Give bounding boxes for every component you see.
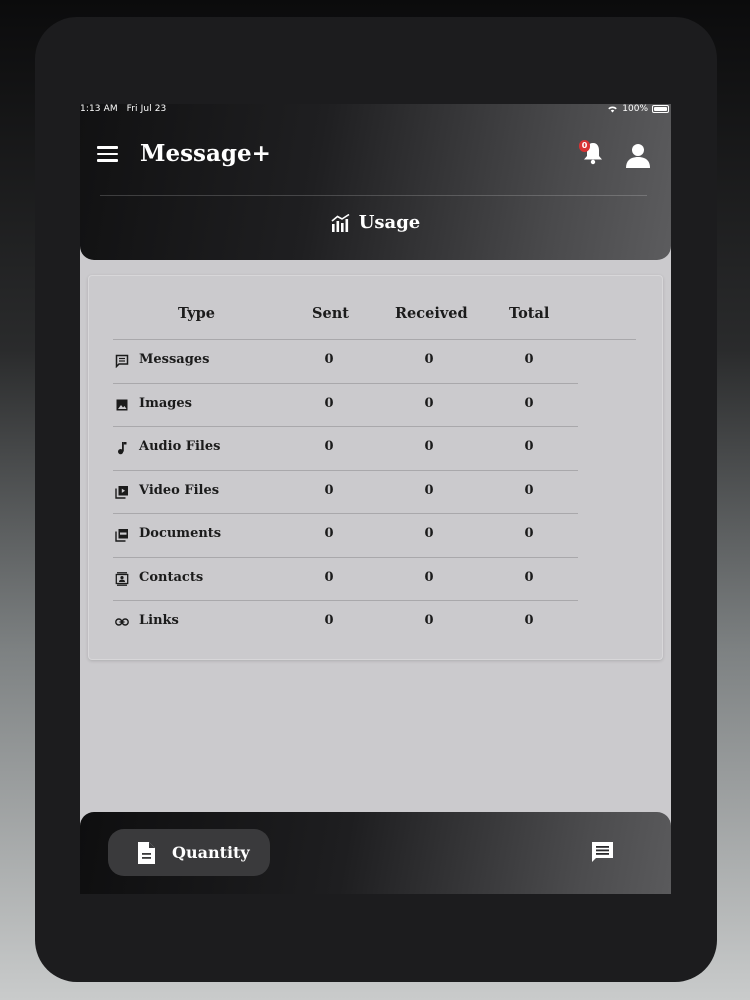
chat-icon [592,842,613,862]
menu-icon [97,146,118,149]
row-type: Messages [139,352,210,367]
notification-badge: 0 [579,140,590,152]
app-screen: 1:13 AM Fri Jul 23 100% Message+ 0 Usage… [80,104,671,894]
column-header-total: Total [509,305,550,322]
row-received: 0 [424,395,434,411]
row-sent: 0 [324,482,334,498]
row-type: Links [139,613,179,628]
table-row: Links 0 0 0 [113,601,578,645]
row-received: 0 [424,569,434,585]
column-header-received: Received [395,305,468,322]
row-sent: 0 [324,439,334,454]
section-header: Usage [80,212,671,233]
table-row: Contacts 0 0 0 [113,558,578,601]
row-total: 0 [524,395,534,411]
notifications-button[interactable]: 0 [579,140,604,166]
app-title: Message+ [140,140,271,167]
row-total: 0 [524,526,534,541]
link-icon [115,618,129,626]
battery-percent: 100% [622,104,648,114]
table-row: Documents 0 0 0 [113,514,578,558]
row-received: 0 [424,439,434,454]
status-indicators: 100% [607,104,669,114]
row-total: 0 [524,613,534,628]
analytics-icon [331,213,350,232]
header-divider [100,195,647,196]
row-total: 0 [524,482,534,498]
pdf-icon [115,529,128,542]
user-icon [626,144,650,168]
row-type: Contacts [139,569,204,585]
music-note-icon [118,442,127,455]
table-row: Audio Files 0 0 0 [113,427,578,471]
section-title: Usage [358,212,421,233]
tab-quantity[interactable]: Quantity [108,829,270,876]
profile-button[interactable] [625,142,651,168]
row-total: 0 [524,352,534,367]
tab-quantity-label: Quantity [172,843,250,862]
row-sent: 0 [324,395,334,411]
row-sent: 0 [324,526,334,541]
message-icon [115,354,129,368]
table-row: Video Files 0 0 0 [113,471,578,514]
table-row: Images 0 0 0 [113,384,578,427]
document-icon [138,841,155,864]
wifi-icon [608,106,618,113]
status-date: Fri Jul 23 [126,104,167,114]
row-total: 0 [524,569,534,585]
menu-button[interactable] [97,146,118,162]
row-received: 0 [424,613,434,628]
column-header-type: Type [178,305,215,322]
row-sent: 0 [324,569,334,585]
column-header-sent: Sent [312,305,349,322]
row-sent: 0 [324,352,334,367]
row-type: Documents [139,526,222,541]
row-received: 0 [424,482,434,498]
usage-table: Type Sent Received Total Messages 0 0 0 … [88,275,663,660]
row-sent: 0 [324,613,334,628]
table-row: Messages 0 0 0 [113,340,578,384]
row-type: Images [139,395,192,411]
status-clock: 1:13 AM [80,104,118,114]
video-library-icon [115,485,128,499]
status-time: 1:13 AM Fri Jul 23 [80,104,166,114]
bottom-navigation: Quantity [80,812,671,894]
row-type: Video Files [139,482,220,498]
row-received: 0 [424,352,434,367]
image-icon [116,399,128,410]
battery-icon [652,105,669,113]
tab-messages[interactable] [590,840,615,865]
row-type: Audio Files [139,439,221,454]
row-total: 0 [524,439,534,454]
row-received: 0 [424,526,434,541]
contact-card-icon [115,571,129,586]
app-header: 1:13 AM Fri Jul 23 100% Message+ 0 Usage [80,104,671,260]
